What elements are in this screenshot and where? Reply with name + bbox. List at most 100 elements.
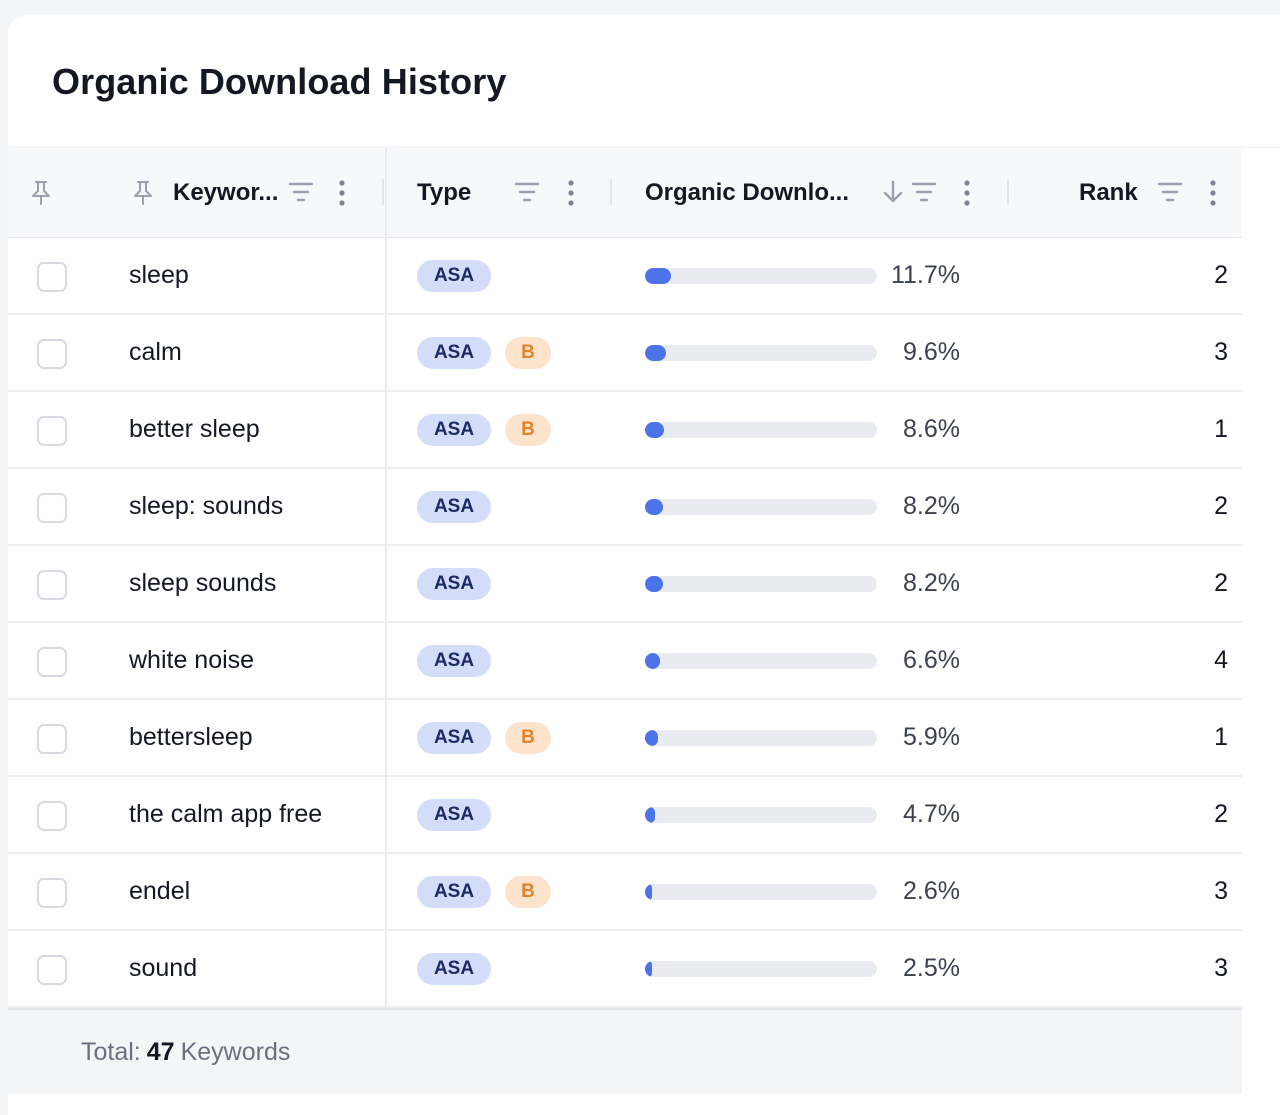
row-checkbox[interactable] bbox=[37, 801, 67, 831]
type-badge-asa: ASA bbox=[417, 568, 491, 600]
table-row[interactable]: endel ASA B 2.6% 3 bbox=[8, 854, 1242, 931]
row-checkbox[interactable] bbox=[37, 416, 67, 446]
rank-value: 3 bbox=[1214, 338, 1228, 366]
organic-share-bar bbox=[645, 268, 877, 284]
table-row[interactable]: calm ASA B 9.6% 3 bbox=[8, 315, 1242, 392]
type-badge-asa: ASA bbox=[417, 953, 491, 985]
organic-share-value: 11.7% bbox=[890, 261, 960, 289]
more-vertical-icon[interactable] bbox=[1208, 179, 1218, 207]
organic-share-bar bbox=[645, 653, 877, 669]
page-title: Organic Download History bbox=[52, 61, 507, 102]
organic-share-value: 8.2% bbox=[903, 569, 960, 597]
organic-share-bar bbox=[645, 345, 877, 361]
rank-value: 3 bbox=[1214, 877, 1228, 905]
row-checkbox[interactable] bbox=[37, 955, 67, 985]
organic-share-value: 8.2% bbox=[903, 492, 960, 520]
more-vertical-icon[interactable] bbox=[337, 179, 347, 207]
type-badge-asa: ASA bbox=[417, 722, 491, 754]
filter-icon[interactable] bbox=[1157, 181, 1183, 203]
type-badge-asa: ASA bbox=[417, 491, 491, 523]
column-header-rank[interactable]: Rank bbox=[1079, 148, 1138, 237]
filter-icon[interactable] bbox=[911, 181, 937, 203]
column-separator[interactable] bbox=[382, 179, 384, 205]
table-row[interactable]: bettersleep ASA B 5.9% 1 bbox=[8, 700, 1242, 777]
rank-value: 2 bbox=[1214, 492, 1228, 520]
keyword-cell: sleep: sounds bbox=[129, 492, 284, 520]
pin-icon[interactable] bbox=[30, 180, 52, 206]
more-vertical-icon[interactable] bbox=[962, 179, 972, 207]
keyword-cell: calm bbox=[129, 338, 182, 366]
type-badge-asa: ASA bbox=[417, 260, 491, 292]
type-badge-b: B bbox=[505, 337, 551, 369]
keywords-table: Keywor... Type Organic Downlo... Rank sl… bbox=[8, 148, 1242, 1094]
table-footer: Total: 47 Keywords bbox=[8, 1008, 1242, 1094]
organic-share-bar bbox=[645, 730, 877, 746]
organic-share-value: 8.6% bbox=[903, 415, 960, 443]
row-checkbox[interactable] bbox=[37, 339, 67, 369]
organic-share-bar-fill bbox=[645, 807, 656, 823]
filter-icon[interactable] bbox=[288, 181, 314, 203]
organic-share-bar bbox=[645, 961, 877, 977]
organic-share-value: 4.7% bbox=[903, 800, 960, 828]
row-checkbox[interactable] bbox=[37, 262, 67, 292]
table-row[interactable]: sound ASA 2.5% 3 bbox=[8, 931, 1242, 1008]
organic-share-bar-fill bbox=[645, 576, 664, 592]
total-count: 47 bbox=[146, 1037, 175, 1066]
organic-share-bar bbox=[645, 884, 877, 900]
table-row[interactable]: white noise ASA 6.6% 4 bbox=[8, 623, 1242, 700]
organic-share-bar-fill bbox=[645, 499, 664, 515]
type-badge-asa: ASA bbox=[417, 414, 491, 446]
filter-icon[interactable] bbox=[514, 181, 540, 203]
keyword-cell: sleep bbox=[129, 261, 189, 289]
organic-share-bar-fill bbox=[645, 730, 658, 746]
rank-value: 1 bbox=[1214, 723, 1228, 751]
table-row[interactable]: better sleep ASA B 8.6% 1 bbox=[8, 392, 1242, 469]
organic-share-bar-fill bbox=[645, 422, 664, 438]
table-body: sleep ASA 11.7% 2 calm ASA B 9.6% 3 better sleep A… bbox=[8, 238, 1242, 1008]
table-row[interactable]: the calm app free ASA 4.7% 2 bbox=[8, 777, 1242, 854]
keyword-cell: sleep sounds bbox=[129, 569, 277, 597]
pin-icon[interactable] bbox=[132, 180, 154, 206]
more-vertical-icon[interactable] bbox=[566, 179, 576, 207]
organic-share-bar-fill bbox=[645, 268, 671, 284]
table-row[interactable]: sleep ASA 11.7% 2 bbox=[8, 238, 1242, 315]
organic-share-bar-fill bbox=[645, 961, 652, 977]
organic-share-bar bbox=[645, 807, 877, 823]
organic-share-value: 2.6% bbox=[903, 877, 960, 905]
row-checkbox[interactable] bbox=[37, 570, 67, 600]
type-badge-asa: ASA bbox=[417, 799, 491, 831]
row-checkbox[interactable] bbox=[37, 493, 67, 523]
table-row[interactable]: sleep: sounds ASA 8.2% 2 bbox=[8, 469, 1242, 546]
row-checkbox[interactable] bbox=[37, 878, 67, 908]
rank-value: 2 bbox=[1214, 261, 1228, 289]
keyword-cell: sound bbox=[129, 954, 198, 982]
organic-share-value: 5.9% bbox=[903, 723, 960, 751]
column-header-type[interactable]: Type bbox=[417, 148, 471, 237]
sort-descending-icon[interactable] bbox=[882, 179, 904, 205]
table-header: Keywor... Type Organic Downlo... Rank bbox=[8, 148, 1242, 238]
organic-share-value: 9.6% bbox=[903, 338, 960, 366]
organic-share-bar bbox=[645, 576, 877, 592]
table-row[interactable]: sleep sounds ASA 8.2% 2 bbox=[8, 546, 1242, 623]
type-badge-asa: ASA bbox=[417, 645, 491, 677]
organic-share-bar-fill bbox=[645, 653, 660, 669]
type-badge-asa: ASA bbox=[417, 337, 491, 369]
column-header-organic-downloads[interactable]: Organic Downlo... bbox=[645, 148, 849, 237]
keyword-cell: endel bbox=[129, 877, 191, 905]
type-badge-b: B bbox=[505, 876, 551, 908]
keyword-cell: better sleep bbox=[129, 415, 260, 443]
column-header-keyword[interactable]: Keywor... bbox=[173, 148, 278, 237]
total-prefix: Total: bbox=[81, 1037, 141, 1066]
rank-value: 4 bbox=[1214, 646, 1228, 674]
rank-value: 3 bbox=[1214, 954, 1228, 982]
organic-download-card: Organic Download History Keywor... Type bbox=[8, 15, 1280, 1115]
organic-share-bar-fill bbox=[645, 884, 652, 900]
organic-share-bar bbox=[645, 422, 877, 438]
column-separator[interactable] bbox=[610, 179, 612, 205]
pinned-column-divider bbox=[385, 148, 387, 1008]
column-separator[interactable] bbox=[1007, 179, 1009, 205]
rank-value: 2 bbox=[1214, 569, 1228, 597]
keyword-cell: the calm app free bbox=[129, 800, 323, 828]
row-checkbox[interactable] bbox=[37, 724, 67, 754]
row-checkbox[interactable] bbox=[37, 647, 67, 677]
